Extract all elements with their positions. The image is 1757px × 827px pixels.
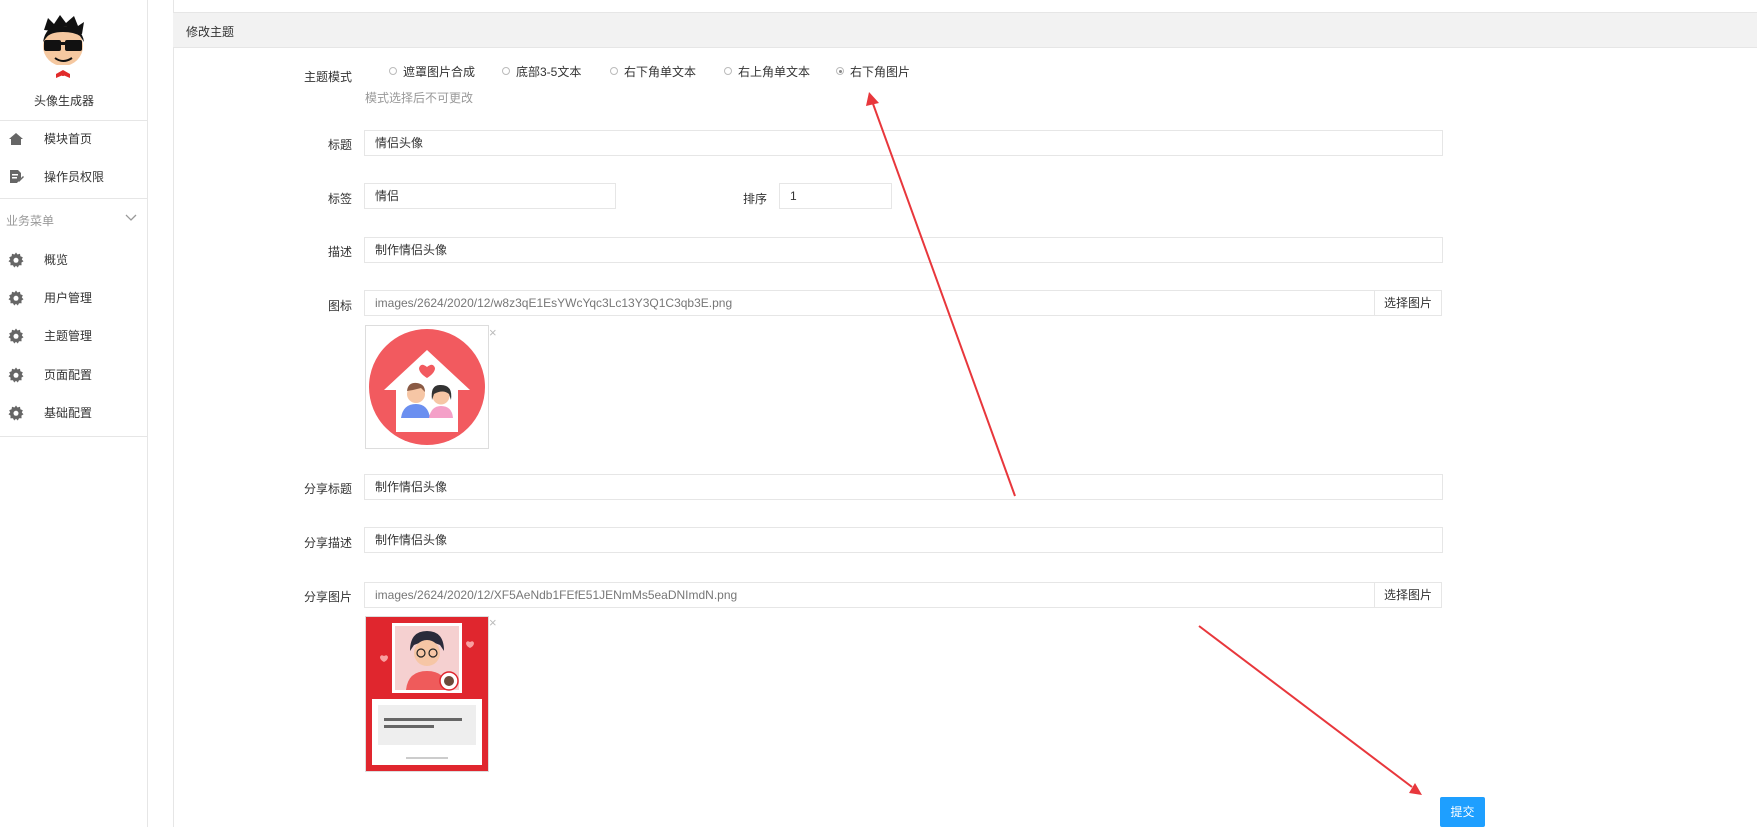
sidebar-item-home[interactable]: 模块首页: [0, 124, 147, 154]
share-image-select-image-button[interactable]: 选择图片: [1374, 582, 1442, 608]
title-input[interactable]: 情侣头像: [364, 130, 1443, 156]
radio-dot: [724, 67, 732, 75]
panel-header: 修改主题: [173, 12, 1757, 48]
share-image-preview: [365, 616, 489, 772]
mode-radio-top-right-text[interactable]: 右上角单文本: [724, 63, 810, 80]
mode-hint: 模式选择后不可更改: [365, 91, 474, 105]
radio-label: 右上角单文本: [738, 65, 811, 79]
submit-button[interactable]: 提交: [1440, 797, 1485, 827]
gear-icon: [8, 290, 24, 306]
sort-label: 排序: [742, 192, 767, 206]
share-image-remove-icon[interactable]: ×: [489, 615, 497, 630]
content-left-border: [173, 0, 174, 827]
gear-icon: [8, 252, 24, 268]
mode-radio-mask[interactable]: 遮罩图片合成: [389, 63, 475, 80]
radio-label: 底部3-5文本: [516, 65, 582, 79]
app-name: 头像生成器: [33, 94, 94, 108]
sort-input[interactable]: 1: [779, 183, 892, 209]
desc-input[interactable]: 制作情侣头像: [364, 237, 1443, 263]
sidebar: 头像生成器 模块首页 操作员权限 业务菜单 概览 用户管理 主题管理 页面配置 …: [0, 0, 148, 827]
chevron-down-icon[interactable]: [125, 212, 137, 222]
mode-radio-bottom-right-image[interactable]: 右下角图片: [836, 63, 910, 80]
divider: [0, 198, 147, 199]
sidebar-item-label: 概览: [44, 253, 69, 267]
doc-edit-icon: [10, 170, 24, 183]
couple-house-icon: [369, 329, 485, 445]
divider: [0, 120, 147, 121]
gear-icon: [8, 405, 24, 421]
share-poster-image: [366, 617, 488, 771]
desc-label: 描述: [327, 245, 352, 259]
section-title: 业务菜单: [6, 214, 55, 228]
sidebar-item-page-config[interactable]: 页面配置: [0, 360, 147, 390]
radio-dot: [502, 67, 510, 75]
sidebar-item-label: 用户管理: [44, 291, 93, 305]
panel-title: 修改主题: [186, 25, 235, 39]
sidebar-item-operator-permission[interactable]: 操作员权限: [0, 162, 147, 192]
icon-preview: [365, 325, 489, 449]
mode-label: 主题模式: [303, 70, 352, 84]
icon-remove-icon[interactable]: ×: [489, 325, 497, 340]
tag-input[interactable]: 情侣: [364, 183, 616, 209]
annotation-arrowhead: [866, 92, 879, 106]
tag-label: 标签: [327, 192, 352, 206]
icon-label: 图标: [327, 299, 352, 313]
title-label: 标题: [327, 138, 352, 152]
home-icon: [9, 133, 23, 145]
gear-icon: [8, 367, 24, 383]
annotation-arrow-line: [1198, 625, 1413, 788]
radio-dot: [389, 67, 397, 75]
icon-path-input[interactable]: images/2624/2020/12/w8z3qE1EsYWcYqc3Lc13…: [364, 290, 1375, 316]
radio-dot: [836, 67, 844, 75]
mode-radio-bottom-right-text[interactable]: 右下角单文本: [610, 63, 696, 80]
sidebar-item-overview[interactable]: 概览: [0, 245, 147, 275]
share-desc-input[interactable]: 制作情侣头像: [364, 527, 1443, 553]
radio-label: 遮罩图片合成: [403, 65, 476, 79]
mode-radio-bottom-text[interactable]: 底部3-5文本: [502, 63, 581, 80]
radio-label: 右下角单文本: [624, 65, 697, 79]
divider: [0, 436, 147, 437]
gear-icon: [8, 328, 24, 344]
sidebar-item-label: 主题管理: [44, 329, 93, 343]
sidebar-item-label: 页面配置: [44, 368, 93, 382]
share-title-label: 分享标题: [303, 482, 352, 496]
sidebar-item-label: 基础配置: [44, 406, 93, 420]
sidebar-item-label: 操作员权限: [44, 170, 105, 184]
share-image-label: 分享图片: [303, 590, 352, 604]
annotation-arrows: [866, 92, 1422, 795]
sidebar-item-user-management[interactable]: 用户管理: [0, 283, 147, 313]
radio-dot: [610, 67, 618, 75]
annotation-arrowhead: [1409, 783, 1422, 795]
share-title-input[interactable]: 制作情侣头像: [364, 474, 1443, 500]
radio-label: 右下角图片: [850, 65, 911, 79]
share-desc-label: 分享描述: [303, 536, 352, 550]
avatar-logo-icon: [43, 15, 84, 78]
share-image-path-input[interactable]: images/2624/2020/12/XF5AeNdb1FEfE51JENmM…: [364, 582, 1375, 608]
sidebar-item-theme-management[interactable]: 主题管理: [0, 321, 147, 351]
icon-select-image-button[interactable]: 选择图片: [1374, 290, 1442, 316]
sidebar-item-label: 模块首页: [44, 132, 93, 146]
sidebar-item-basic-config[interactable]: 基础配置: [0, 398, 147, 428]
